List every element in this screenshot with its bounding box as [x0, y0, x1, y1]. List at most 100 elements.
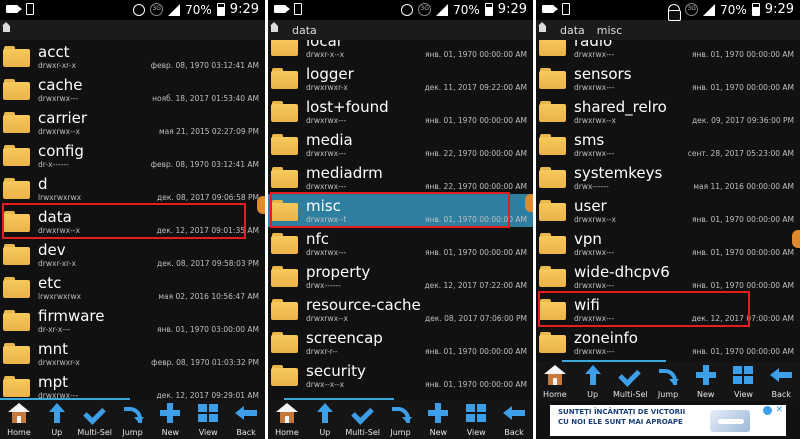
- folder-modified-date: янв. 01, 1970 00:00:00 AM: [424, 248, 527, 257]
- home-door: [552, 378, 557, 385]
- folder-row-firmware[interactable]: firmware dr-xr-x--- янв. 01, 1970 03:00:00…: [0, 304, 265, 337]
- folder-modified-date: янв. 01, 1970 00:00:00 AM: [424, 50, 527, 59]
- back-button[interactable]: Back: [227, 400, 265, 439]
- folder-modified-date: янв. 01, 1970 00:00:00 AM: [691, 50, 794, 59]
- up-button[interactable]: Up: [574, 362, 612, 401]
- folder-name: sms: [574, 131, 605, 149]
- bottom-toolbar: Home Up Multi-Sel Jump New View Back: [536, 362, 800, 401]
- multi-select-button[interactable]: Multi-Sel: [344, 400, 382, 439]
- back-button[interactable]: Back: [495, 400, 533, 439]
- folder-row-media[interactable]: media drwxrwx--- янв. 22, 1970 00:00:00 AM: [268, 128, 533, 161]
- folder-name: security: [306, 362, 366, 380]
- folder-modified-date: дек. 08, 2017 09:58:03 PM: [157, 259, 259, 268]
- back-arrow-icon: [770, 365, 793, 385]
- scroll-handle[interactable]: [525, 194, 533, 212]
- folder-row-mnt[interactable]: mnt drwxrwxr-x февр. 08, 1970 01:03:32 PM: [0, 337, 265, 370]
- folder-row-etc[interactable]: etc lrwxrwxrwx мая 02, 2016 10:56:47 AM: [0, 271, 265, 304]
- battery-percent: 70%: [720, 2, 747, 17]
- ad-line-2: CU NOI ELE SUNT MAI APROAPE: [558, 418, 683, 426]
- folder-row-vpn[interactable]: vpn drwxrwx--- янв. 01, 1970 00:00:00 AM: [536, 227, 800, 260]
- folder-row-sensors[interactable]: sensors drwxrwx--- янв. 01, 1970 00:00:00 …: [536, 62, 800, 95]
- back-button[interactable]: Back: [762, 362, 800, 401]
- breadcrumb-item-data[interactable]: data: [560, 24, 585, 37]
- jump-button[interactable]: Jump: [649, 362, 687, 401]
- copy-panel-icon[interactable]: [668, 10, 681, 21]
- folder-row-wide-dhcpv6[interactable]: wide-dhcpv6 drwxrwx--- янв. 01, 1970 00:00…: [536, 260, 800, 293]
- jump-arrow-icon: [657, 365, 680, 385]
- folder-row-resource-cache[interactable]: resource-cache drwxrwx--x дек. 08, 2017 07…: [268, 293, 533, 326]
- folder-name: mediadrm: [306, 164, 383, 182]
- folder-row-radio[interactable]: radio drwxrwx--- янв. 01, 1970 00:00:00 AM: [536, 40, 800, 62]
- alarm-clock-icon: [401, 3, 414, 16]
- view-button[interactable]: View: [725, 362, 763, 401]
- folder-row-local[interactable]: local drwxr-x--x янв. 01, 1970 00:00:00 AM: [268, 40, 533, 62]
- root-home-icon[interactable]: [2, 22, 10, 32]
- scroll-handle[interactable]: [257, 196, 265, 214]
- folder-modified-date: мая 21, 2015 02:27:09 PM: [159, 127, 259, 136]
- folder-row-user[interactable]: user drwxrwx--x янв. 01, 1970 00:00:00 AM: [536, 194, 800, 227]
- folder-row-logger[interactable]: logger drwxrwxr-x дек. 11, 2017 09:22:00 A…: [268, 62, 533, 95]
- folder-modified-date: дек. 12, 2017 07:22:00 AM: [424, 281, 527, 290]
- folder-permissions: drwxrwx---: [574, 50, 615, 59]
- up-arrow-icon: [46, 403, 68, 423]
- folder-permissions: drwxrwxr-x: [306, 83, 348, 92]
- arrow-head: [770, 368, 780, 382]
- folder-icon: [539, 40, 566, 56]
- jump-arrow-icon: [390, 403, 412, 423]
- multi-select-button[interactable]: Multi-Sel: [76, 400, 114, 439]
- folder-modified-date: янв. 01, 1970 00:00:00 AM: [424, 116, 527, 125]
- folder-row-cache[interactable]: cache drwxrwx--- нояб. 18, 2017 01:53:40 A…: [0, 73, 265, 106]
- new-button[interactable]: New: [151, 400, 189, 439]
- folder-row-security[interactable]: security drwx--x--x янв. 01, 1970 00:00:00…: [268, 359, 533, 392]
- folder-row-screencap[interactable]: screencap drwxr-r-- янв. 01, 1970 00:00:00…: [268, 326, 533, 359]
- folder-row-zoneinfo[interactable]: zoneinfo drwxrwx--- янв. 01, 1970 00:00:00…: [536, 326, 800, 359]
- folder-row-mpt[interactable]: mpt drwxrwx--- дек. 12, 2017 09:29:01 AM: [0, 370, 265, 400]
- arrow-head: [48, 403, 65, 412]
- bottom-toolbar: Home Up Multi-Sel Jump New View Back: [0, 400, 265, 439]
- ad-close-icon[interactable]: ✕: [775, 405, 783, 415]
- toolbar-label: Home: [7, 428, 31, 437]
- up-button[interactable]: Up: [306, 400, 344, 439]
- folder-row-d[interactable]: d lrwxrwxrwx дек. 08, 2017 09:06:58 PM: [0, 172, 265, 205]
- folder-row-mediadrm[interactable]: mediadrm drwxrwx--- янв. 22, 1970 00:00:00…: [268, 161, 533, 194]
- home-button[interactable]: Home: [536, 362, 574, 401]
- folder-row-lost-found[interactable]: lost+found drwxrwx--- янв. 01, 1970 00:00:…: [268, 95, 533, 128]
- folder-name: etc: [38, 274, 62, 292]
- folder-icon: [539, 68, 566, 89]
- folder-row-dev[interactable]: dev drwxr-xr-x дек. 08, 2017 09:58:03 PM: [0, 238, 265, 271]
- jump-button[interactable]: Jump: [114, 400, 152, 439]
- folder-row-config[interactable]: config dr-x------ февр. 08, 1970 03:12:41 …: [0, 139, 265, 172]
- ad-info-icon[interactable]: [763, 406, 772, 415]
- home-button[interactable]: Home: [0, 400, 38, 439]
- folder-permissions: drwxrwx---: [574, 248, 615, 257]
- folder-row-acct[interactable]: acct drwxr-xr-x февр. 08, 1970 03:12:41 AM: [0, 40, 265, 73]
- breadcrumb-item-data[interactable]: data: [292, 24, 317, 37]
- folder-row-carrier[interactable]: carrier drwxrwx--x мая 21, 2015 02:27:09 P…: [0, 106, 265, 139]
- new-button[interactable]: New: [687, 362, 725, 401]
- video-call-icon: [6, 5, 22, 13]
- folder-row-systemkeys[interactable]: systemkeys drwx------ мая 11, 2016 00:00:0…: [536, 161, 800, 194]
- up-button[interactable]: Up: [38, 400, 76, 439]
- folder-row-nfc[interactable]: nfc drwxrwx--- янв. 01, 1970 00:00:00 AM: [268, 227, 533, 260]
- root-home-icon[interactable]: [270, 22, 278, 32]
- folder-name: resource-cache: [306, 296, 421, 314]
- folder-icon-body: [3, 49, 30, 67]
- folder-row-shared-relro[interactable]: shared_relro drwxrwx--x дек. 09, 2017 09:3…: [536, 95, 800, 128]
- multi-select-button[interactable]: Multi-Sel: [611, 362, 649, 401]
- breadcrumb-item-misc[interactable]: misc: [597, 24, 623, 37]
- grid-view-icon: [465, 403, 487, 423]
- breadcrumb: data: [268, 20, 533, 40]
- scroll-handle[interactable]: [792, 230, 800, 248]
- highlight-box: [2, 203, 246, 239]
- new-button[interactable]: New: [419, 400, 457, 439]
- view-button[interactable]: View: [189, 400, 227, 439]
- folder-name: config: [38, 142, 84, 160]
- folder-name: vpn: [574, 230, 602, 248]
- view-button[interactable]: View: [457, 400, 495, 439]
- folder-row-property[interactable]: property drwx------ дек. 12, 2017 07:22:00…: [268, 260, 533, 293]
- jump-button[interactable]: Jump: [382, 400, 420, 439]
- home-button[interactable]: Home: [268, 400, 306, 439]
- ad-banner[interactable]: SUNTEȚI ÎNCÂNTAȚI DE VICTORII CU NOI ELE …: [550, 405, 786, 436]
- root-home-icon[interactable]: [538, 22, 546, 32]
- folder-row-sms[interactable]: sms drwxrwx--- сент. 28, 2017 05:23:00 AM: [536, 128, 800, 161]
